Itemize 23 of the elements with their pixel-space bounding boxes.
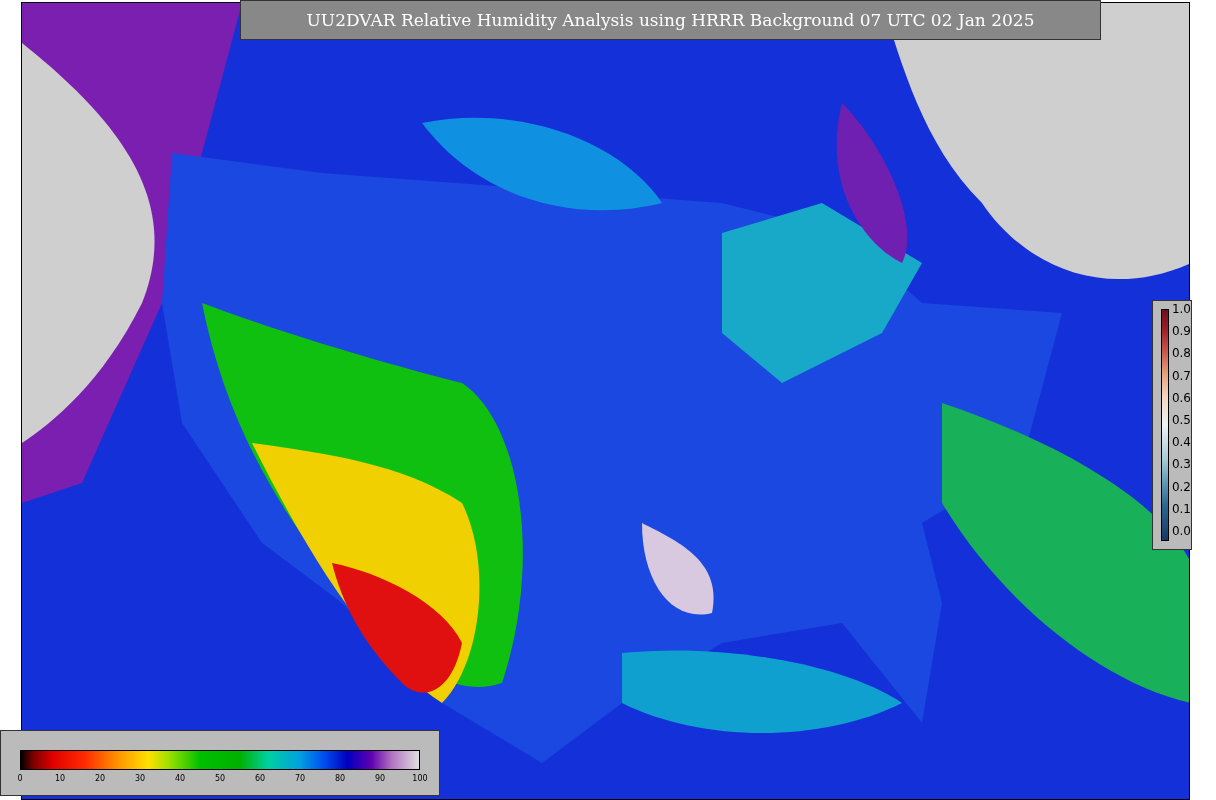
tick-label: 0.5 (1171, 413, 1191, 426)
map-title: UU2DVAR Relative Humidity Analysis using HRRR Background 07 UTC 02 Jan 2025 (240, 0, 1101, 40)
tick-label: 0.8 (1171, 347, 1191, 360)
tick-label: 70 (294, 774, 306, 783)
tick-label: 0.1 (1171, 502, 1191, 515)
tick-label: 40 (174, 774, 186, 783)
tick-label: 80 (334, 774, 346, 783)
tick-label: 10 (54, 774, 66, 783)
tick-label: 60 (254, 774, 266, 783)
tick-label: 100 (412, 774, 428, 783)
tick-label: 0.3 (1171, 458, 1191, 471)
tick-label: 1.0 (1171, 303, 1191, 315)
tick-label: 0.7 (1171, 369, 1191, 382)
tick-label: 50 (214, 774, 226, 783)
tick-label: 20 (94, 774, 106, 783)
tick-label: 90 (374, 774, 386, 783)
tick-label: 0.4 (1171, 436, 1191, 449)
tick-label: 0 (17, 774, 23, 783)
tick-label: 0.9 (1171, 325, 1191, 338)
tick-label: 0.2 (1171, 480, 1191, 493)
tick-label: 0.0 (1171, 524, 1191, 537)
tick-label: 0.6 (1171, 391, 1191, 404)
tick-label: 30 (134, 774, 146, 783)
